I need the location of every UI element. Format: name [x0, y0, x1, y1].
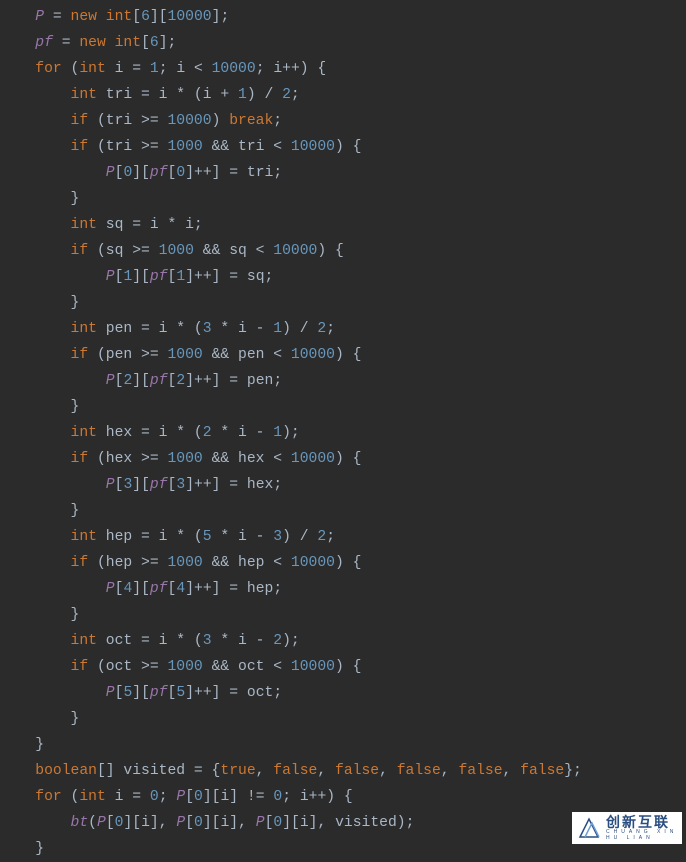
code-line: if (tri >= 1000 && tri < 10000) { [0, 134, 686, 160]
watermark-logo-icon [576, 815, 602, 841]
code-line: P[0][pf[0]++] = tri; [0, 160, 686, 186]
code-line: } [0, 290, 686, 316]
code-line: P[3][pf[3]++] = hex; [0, 472, 686, 498]
code-line: boolean[] visited = {true, false, false,… [0, 758, 686, 784]
code-line: P[2][pf[2]++] = pen; [0, 368, 686, 394]
code-line: P[1][pf[1]++] = sq; [0, 264, 686, 290]
code-line: } [0, 498, 686, 524]
watermark-badge: 创新互联 CHUANG XIN HU LIAN [572, 812, 682, 844]
watermark-sub-text: CHUANG XIN HU LIAN [606, 829, 678, 841]
code-line: for (int i = 0; P[0][i] != 0; i++) { [0, 784, 686, 810]
code-line: if (sq >= 1000 && sq < 10000) { [0, 238, 686, 264]
code-line: if (tri >= 10000) break; [0, 108, 686, 134]
code-block: P = new int[6][10000]; pf = new int[6]; … [0, 0, 686, 862]
code-line: int sq = i * i; [0, 212, 686, 238]
code-line: int hex = i * (2 * i - 1); [0, 420, 686, 446]
code-line: } [0, 186, 686, 212]
code-line: int oct = i * (3 * i - 2); [0, 628, 686, 654]
code-line: P[5][pf[5]++] = oct; [0, 680, 686, 706]
code-line: int hep = i * (5 * i - 3) / 2; [0, 524, 686, 550]
code-line: } [0, 732, 686, 758]
code-line: } [0, 706, 686, 732]
code-line: int tri = i * (i + 1) / 2; [0, 82, 686, 108]
code-line: if (hex >= 1000 && hex < 10000) { [0, 446, 686, 472]
code-line: P[4][pf[4]++] = hep; [0, 576, 686, 602]
code-line: pf = new int[6]; [0, 30, 686, 56]
code-line: if (oct >= 1000 && oct < 10000) { [0, 654, 686, 680]
code-line: for (int i = 1; i < 10000; i++) { [0, 56, 686, 82]
watermark-main-text: 创新互联 [606, 815, 678, 829]
code-line: if (hep >= 1000 && hep < 10000) { [0, 550, 686, 576]
code-line: } [0, 602, 686, 628]
code-line: P = new int[6][10000]; [0, 4, 686, 30]
code-line: } [0, 394, 686, 420]
code-line: if (pen >= 1000 && pen < 10000) { [0, 342, 686, 368]
code-line: int pen = i * (3 * i - 1) / 2; [0, 316, 686, 342]
